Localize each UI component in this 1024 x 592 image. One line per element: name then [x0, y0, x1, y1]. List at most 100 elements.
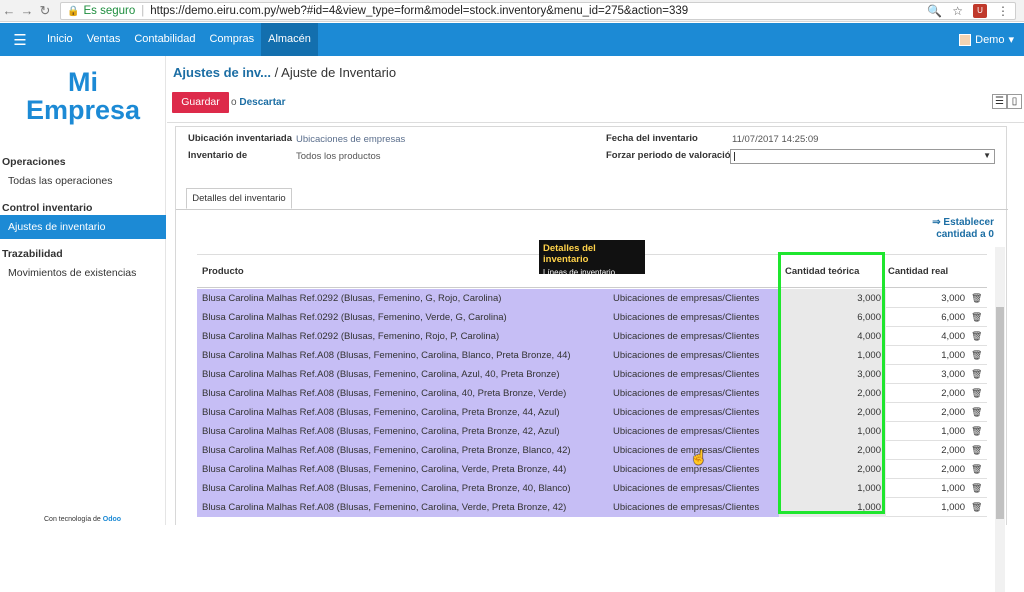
trash-icon[interactable]: 🗑	[971, 327, 982, 346]
cell-theoretical: 1,000	[779, 346, 886, 365]
cell-location[interactable]: Ubicaciones de empresas/Clientes	[613, 384, 759, 403]
table-row[interactable]: Blusa Carolina Malhas Ref.A08 (Blusas, F…	[197, 346, 987, 365]
trash-icon[interactable]: 🗑	[971, 498, 982, 517]
table-row[interactable]: Blusa Carolina Malhas Ref.A08 (Blusas, F…	[197, 498, 987, 517]
cell-theoretical: 4,000	[779, 327, 886, 346]
cell-real[interactable]: 1,000	[886, 479, 969, 498]
location-label: Ubicación inventariada	[188, 133, 293, 144]
cell-theoretical: 2,000	[779, 460, 886, 479]
cell-location[interactable]: Ubicaciones de empresas/Clientes	[613, 403, 759, 422]
view-switcher: ☰ ▯	[992, 94, 1022, 109]
cell-location[interactable]: Ubicaciones de empresas/Clientes	[613, 327, 759, 346]
forward-icon[interactable]: →	[18, 3, 36, 18]
force-period-select[interactable]: ▼	[730, 149, 995, 164]
menu-contabilidad[interactable]: Contabilidad	[127, 23, 202, 56]
cell-real[interactable]: 3,000	[886, 289, 969, 308]
sidebar-item-ajustes-inventario[interactable]: Ajustes de inventario	[0, 215, 166, 239]
sidebar-section-control-inventario: Control inventario	[2, 202, 93, 214]
table-row[interactable]: Blusa Carolina Malhas Ref.0292 (Blusas, …	[197, 308, 987, 327]
menu-dots-icon[interactable]: ⋮	[997, 4, 1009, 18]
table-row[interactable]: Blusa Carolina Malhas Ref.A08 (Blusas, F…	[197, 403, 987, 422]
trash-icon[interactable]: 🗑	[971, 403, 982, 422]
cell-location[interactable]: Ubicaciones de empresas/Clientes	[613, 346, 759, 365]
main-content: Ajustes de inv... / Ajuste de Inventario…	[167, 56, 1024, 592]
cell-location[interactable]: Ubicaciones de empresas/Clientes	[613, 289, 759, 308]
header-divider	[167, 122, 1024, 123]
header-theoretical[interactable]: Cantidad teórica	[785, 266, 859, 277]
back-icon[interactable]: ←	[0, 3, 18, 18]
table-row[interactable]: Blusa Carolina Malhas Ref.A08 (Blusas, F…	[197, 422, 987, 441]
tooltip-title: Detalles del inventario	[543, 243, 596, 265]
tab-underline	[176, 209, 1008, 210]
trash-icon[interactable]: 🗑	[971, 346, 982, 365]
table-row[interactable]: Blusa Carolina Malhas Ref.A08 (Blusas, F…	[197, 384, 987, 403]
reset-quantity-button[interactable]: ⇒ Establecer cantidad a 0	[932, 217, 994, 241]
save-button[interactable]: Guardar	[172, 92, 229, 113]
trash-icon[interactable]: 🗑	[971, 479, 982, 498]
inventory-of-label: Inventario de	[188, 150, 248, 161]
avatar	[959, 33, 972, 46]
table-row[interactable]: Blusa Carolina Malhas Ref.A08 (Blusas, F…	[197, 479, 987, 498]
scrollbar-thumb[interactable]	[996, 307, 1004, 519]
cell-real[interactable]: 1,000	[886, 422, 969, 441]
trash-icon[interactable]: 🗑	[971, 422, 982, 441]
star-icon[interactable]: ☆	[952, 4, 963, 18]
breadcrumb-parent[interactable]: Ajustes de inv...	[173, 65, 271, 80]
sidebar-section-trazabilidad: Trazabilidad	[2, 248, 63, 260]
table-row[interactable]: Blusa Carolina Malhas Ref.0292 (Blusas, …	[197, 289, 987, 308]
cell-real[interactable]: 3,000	[886, 365, 969, 384]
trash-icon[interactable]: 🗑	[971, 441, 982, 460]
reload-icon[interactable]: ↻	[36, 3, 54, 19]
cell-real[interactable]: 2,000	[886, 460, 969, 479]
cell-real[interactable]: 4,000	[886, 327, 969, 346]
cell-location[interactable]: Ubicaciones de empresas/Clientes	[613, 441, 759, 460]
cell-theoretical: 3,000	[779, 289, 886, 308]
table-row[interactable]: Blusa Carolina Malhas Ref.A08 (Blusas, F…	[197, 460, 987, 479]
cell-theoretical: 2,000	[779, 403, 886, 422]
menu-inicio[interactable]: Inicio	[40, 23, 80, 56]
cell-location[interactable]: Ubicaciones de empresas/Clientes	[613, 460, 759, 479]
address-bar[interactable]: 🔒 Es seguro | https://demo.eiru.com.py/w…	[60, 2, 1016, 20]
odoo-link[interactable]: Odoo	[103, 516, 121, 523]
zoom-icon[interactable]: 🔍	[927, 4, 942, 18]
list-view-icon[interactable]: ☰	[992, 94, 1007, 109]
cell-location[interactable]: Ubicaciones de empresas/Clientes	[613, 422, 759, 441]
cell-location[interactable]: Ubicaciones de empresas/Clientes	[613, 498, 759, 517]
form-view-icon[interactable]: ▯	[1007, 94, 1022, 109]
sidebar-item-todas-operaciones[interactable]: Todas las operaciones	[0, 169, 166, 193]
cell-real[interactable]: 6,000	[886, 308, 969, 327]
sidebar-item-movimientos[interactable]: Movimientos de existencias	[0, 261, 166, 285]
cell-real[interactable]: 2,000	[886, 403, 969, 422]
cell-real[interactable]: 2,000	[886, 384, 969, 403]
scrollbar[interactable]	[995, 247, 1005, 592]
trash-icon[interactable]: 🗑	[971, 289, 982, 308]
discard-button[interactable]: Descartar	[239, 97, 285, 108]
trash-icon[interactable]: 🗑	[971, 365, 982, 384]
cell-real[interactable]: 1,000	[886, 498, 969, 517]
table-row[interactable]: Blusa Carolina Malhas Ref.0292 (Blusas, …	[197, 327, 987, 346]
cell-location[interactable]: Ubicaciones de empresas/Clientes	[613, 365, 759, 384]
trash-icon[interactable]: 🗑	[971, 308, 982, 327]
menu-ventas[interactable]: Ventas	[80, 23, 128, 56]
trash-icon[interactable]: 🗑	[971, 460, 982, 479]
menu-almacen[interactable]: Almacén	[261, 23, 318, 56]
extension-icon[interactable]: U	[973, 4, 987, 18]
table-row[interactable]: Blusa Carolina Malhas Ref.A08 (Blusas, F…	[197, 365, 987, 384]
user-menu[interactable]: Demo ▾	[959, 23, 1014, 56]
tab-inventory-details[interactable]: Detalles del inventario	[186, 188, 292, 209]
url-text[interactable]: https://demo.eiru.com.py/web?#id=4&view_…	[150, 5, 688, 17]
location-value[interactable]: Ubicaciones de empresas	[296, 134, 405, 145]
cell-real[interactable]: 1,000	[886, 346, 969, 365]
cell-location[interactable]: Ubicaciones de empresas/Clientes	[613, 308, 759, 327]
date-value: 11/07/2017 14:25:09	[732, 134, 819, 145]
table-row[interactable]: Blusa Carolina Malhas Ref.A08 (Blusas, F…	[197, 441, 987, 460]
header-product[interactable]: Producto	[202, 266, 244, 277]
cell-real[interactable]: 2,000	[886, 441, 969, 460]
trash-icon[interactable]: 🗑	[971, 384, 982, 403]
caret-down-icon: ▼	[983, 151, 991, 160]
menu-compras[interactable]: Compras	[202, 23, 261, 56]
hamburger-icon[interactable]: ☰	[0, 31, 40, 49]
header-real[interactable]: Cantidad real	[888, 266, 948, 277]
company-logo[interactable]: Mi Empresa	[0, 68, 166, 124]
cell-location[interactable]: Ubicaciones de empresas/Clientes	[613, 479, 759, 498]
